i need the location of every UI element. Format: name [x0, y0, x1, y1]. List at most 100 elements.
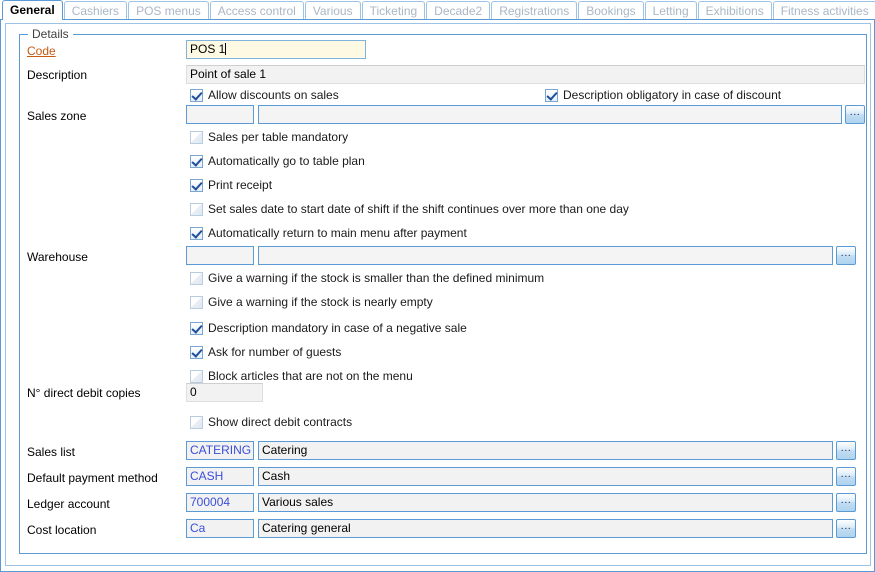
default-payment-method-label: Default payment method	[27, 471, 158, 486]
ledger-account-name-input[interactable]: Various sales	[258, 493, 833, 512]
checkbox-row-set-sales-date-shift[interactable]: Set sales date to start date of shift if…	[190, 202, 629, 217]
tab-label: Registrations	[499, 4, 569, 18]
checkbox-row-auto-return-main-menu[interactable]: Automatically return to main menu after …	[190, 226, 467, 241]
checkbox-label: Sales per table mandatory	[208, 130, 348, 145]
description-label: Description	[27, 68, 87, 83]
cost-location-label: Cost location	[27, 523, 96, 538]
checkbox-label: Ask for number of guests	[208, 345, 341, 360]
checkbox-description-mandatory-negative[interactable]	[190, 322, 203, 335]
ledger-account-code-input[interactable]: 700004	[186, 493, 254, 512]
checkbox-ask-number-of-guests[interactable]	[190, 346, 203, 359]
tab-strip: General Cashiers POS menus Access contro…	[0, 0, 875, 20]
tab-label: Access control	[218, 4, 296, 18]
code-label: Code	[27, 44, 56, 59]
ellipsis-icon: ...	[846, 105, 864, 120]
tab-general[interactable]: General	[2, 0, 63, 20]
tab-various[interactable]: Various	[305, 1, 361, 20]
checkbox-row-auto-go-table-plan[interactable]: Automatically go to table plan	[190, 154, 365, 169]
warehouse-browse-button[interactable]: ...	[836, 246, 856, 265]
description-input[interactable]: Point of sale 1	[186, 65, 865, 84]
checkbox-row-sales-per-table-mandatory[interactable]: Sales per table mandatory	[190, 130, 348, 145]
details-groupbox-legend: Details	[28, 27, 73, 41]
checkbox-label: Print receipt	[208, 178, 272, 193]
checkbox-label: Set sales date to start date of shift if…	[208, 202, 629, 217]
code-input[interactable]: POS 1	[186, 40, 366, 59]
warehouse-label: Warehouse	[27, 250, 88, 265]
sales-zone-label: Sales zone	[27, 109, 86, 124]
tab-cashiers[interactable]: Cashiers	[64, 1, 127, 20]
checkbox-row-print-receipt[interactable]: Print receipt	[190, 178, 272, 193]
cost-location-browse-button[interactable]: ...	[836, 519, 856, 538]
cost-location-name-input[interactable]: Catering general	[258, 519, 833, 538]
checkbox-description-obligatory-discount[interactable]	[545, 89, 558, 102]
sales-list-code-input[interactable]: CATERING	[186, 441, 254, 460]
tab-label: Cashiers	[72, 4, 119, 18]
tab-label: General	[10, 3, 55, 17]
tab-exhibitions[interactable]: Exhibitions	[698, 1, 772, 20]
tab-label: Bookings	[586, 4, 635, 18]
ellipsis-icon: ...	[837, 493, 855, 508]
warehouse-code-input[interactable]	[186, 246, 254, 265]
default-payment-method-name-input[interactable]: Cash	[258, 467, 833, 486]
direct-debit-copies-label: N° direct debit copies	[27, 386, 141, 401]
checkbox-warn-stock-below-minimum[interactable]	[190, 272, 203, 285]
default-payment-method-code-input[interactable]: CASH	[186, 467, 254, 486]
ellipsis-icon: ...	[837, 467, 855, 482]
checkbox-print-receipt[interactable]	[190, 179, 203, 192]
ellipsis-icon: ...	[837, 441, 855, 456]
tab-registrations[interactable]: Registrations	[491, 1, 577, 20]
checkbox-row-block-articles-not-on-menu[interactable]: Block articles that are not on the menu	[190, 369, 413, 384]
cost-location-code-input[interactable]: Ca	[186, 519, 254, 538]
default-payment-method-browse-button[interactable]: ...	[836, 467, 856, 486]
sales-zone-name-input[interactable]	[258, 105, 842, 124]
checkbox-label: Automatically return to main menu after …	[208, 226, 467, 241]
tab-label: POS menus	[136, 4, 201, 18]
sales-zone-code-input[interactable]	[186, 105, 254, 124]
sales-list-label: Sales list	[27, 445, 75, 460]
warehouse-name-input[interactable]	[258, 246, 833, 265]
tab-fitness-activities[interactable]: Fitness activities	[773, 1, 875, 20]
checkbox-block-articles-not-on-menu[interactable]	[190, 370, 203, 383]
checkbox-row-description-obligatory-discount[interactable]: Description obligatory in case of discou…	[545, 88, 781, 103]
details-groupbox: Details Code POS 1 Description Point of …	[19, 34, 867, 554]
checkbox-warn-stock-nearly-empty[interactable]	[190, 296, 203, 309]
checkbox-label: Automatically go to table plan	[208, 154, 365, 169]
checkbox-set-sales-date-shift[interactable]	[190, 203, 203, 216]
checkbox-allow-discounts[interactable]	[190, 89, 203, 102]
tab-label: Decade2	[434, 4, 482, 18]
tab-decade2[interactable]: Decade2	[426, 1, 490, 20]
checkbox-auto-return-main-menu[interactable]	[190, 227, 203, 240]
tab-label: Various	[313, 4, 353, 18]
checkbox-label: Description mandatory in case of a negat…	[208, 321, 467, 336]
tab-bookings[interactable]: Bookings	[578, 1, 643, 20]
checkbox-label: Allow discounts on sales	[208, 88, 339, 103]
ledger-account-label: Ledger account	[27, 497, 110, 512]
tab-label: Letting	[653, 4, 689, 18]
ledger-account-browse-button[interactable]: ...	[836, 493, 856, 512]
checkbox-auto-go-table-plan[interactable]	[190, 155, 203, 168]
checkbox-row-description-mandatory-negative[interactable]: Description mandatory in case of a negat…	[190, 321, 467, 336]
checkbox-row-ask-number-of-guests[interactable]: Ask for number of guests	[190, 345, 341, 360]
checkbox-label: Give a warning if the stock is nearly em…	[208, 295, 433, 310]
checkbox-label: Block articles that are not on the menu	[208, 369, 413, 384]
checkbox-label: Show direct debit contracts	[208, 415, 352, 430]
checkbox-show-direct-debit-contracts[interactable]	[190, 416, 203, 429]
tab-letting[interactable]: Letting	[645, 1, 697, 20]
window-frame: Details Code POS 1 Description Point of …	[0, 19, 875, 572]
tab-page-general: Details Code POS 1 Description Point of …	[5, 23, 871, 566]
sales-zone-browse-button[interactable]: ...	[845, 105, 865, 124]
direct-debit-copies-input[interactable]: 0	[186, 383, 263, 402]
tab-ticketing[interactable]: Ticketing	[362, 1, 426, 20]
checkbox-row-show-direct-debit-contracts[interactable]: Show direct debit contracts	[190, 415, 352, 430]
sales-list-name-input[interactable]: Catering	[258, 441, 833, 460]
checkbox-label: Give a warning if the stock is smaller t…	[208, 271, 544, 286]
tab-pos-menus[interactable]: POS menus	[128, 1, 209, 20]
sales-list-browse-button[interactable]: ...	[836, 441, 856, 460]
checkbox-row-warn-stock-nearly-empty[interactable]: Give a warning if the stock is nearly em…	[190, 295, 433, 310]
checkbox-row-allow-discounts[interactable]: Allow discounts on sales	[190, 88, 339, 103]
tab-access-control[interactable]: Access control	[210, 1, 304, 20]
tab-label: Fitness activities	[781, 4, 869, 18]
checkbox-row-warn-stock-below-minimum[interactable]: Give a warning if the stock is smaller t…	[190, 271, 544, 286]
checkbox-sales-per-table-mandatory[interactable]	[190, 131, 203, 144]
checkbox-label: Description obligatory in case of discou…	[563, 88, 781, 103]
